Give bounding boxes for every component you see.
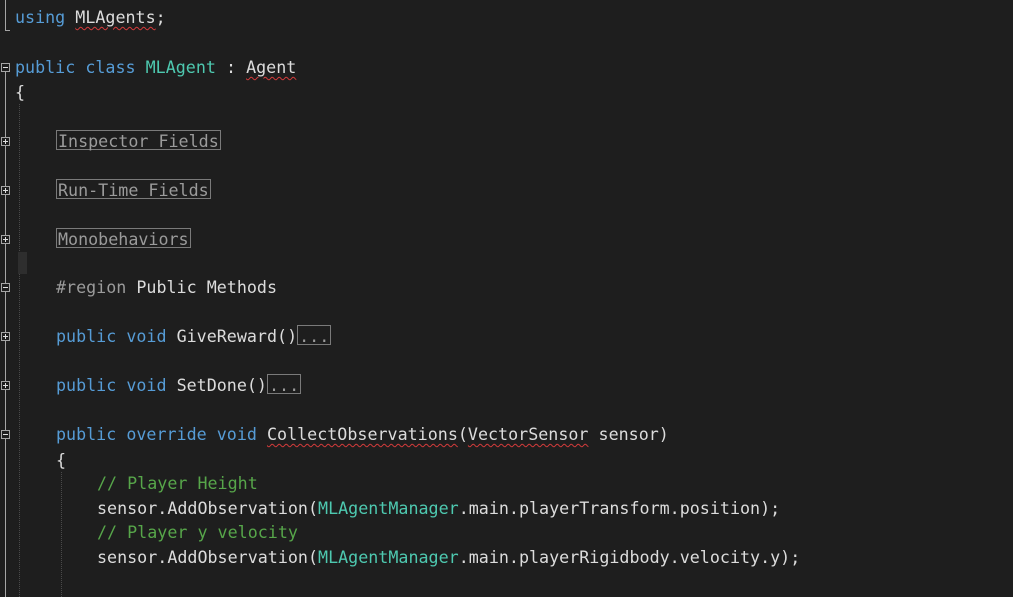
code-line-region-monobehaviors[interactable]: Monobehaviors — [56, 227, 191, 251]
keyword-public: public — [56, 326, 117, 346]
inherit-colon: : — [225, 57, 237, 77]
keyword-void: void — [126, 375, 167, 395]
method-open-brace: { — [56, 450, 67, 470]
namespace-mlagents: MLAgents — [75, 7, 156, 27]
keyword-using: using — [15, 7, 66, 27]
comment-player-y-velocity: // Player y velocity — [97, 522, 298, 542]
code-line-comment-height[interactable]: // Player Height — [97, 471, 258, 495]
keyword-void: void — [126, 326, 167, 346]
collapsed-region-runtime-fields[interactable]: Run-Time Fields — [56, 179, 211, 200]
method-collect-observations: CollectObservations — [266, 424, 458, 444]
code-line-using[interactable]: using MLAgents; — [15, 5, 166, 29]
code-line-give-reward[interactable]: public void GiveReward()... — [56, 324, 332, 348]
method-set-done: SetDone() — [176, 375, 267, 395]
collapsed-region-inspector-fields[interactable]: Inspector Fields — [56, 130, 221, 151]
member-access-position: .main.playerTransform.position); — [458, 498, 781, 518]
code-line-comment-velocity[interactable]: // Player y velocity — [97, 520, 298, 544]
code-line-class-decl[interactable]: public class MLAgent : Agent — [15, 55, 296, 79]
expand-give-reward-button[interactable] — [1, 332, 10, 341]
outline-end-tick — [5, 30, 10, 31]
collapsed-body-give-reward[interactable]: ... — [297, 325, 332, 346]
collapse-class-button[interactable] — [1, 63, 10, 72]
region-name: Public Methods — [136, 277, 278, 297]
current-line-marker — [18, 252, 27, 274]
code-line-add-observation-velocity[interactable]: sensor.AddObservation(MLAgentManager.mai… — [97, 545, 800, 569]
outline-bar-collect — [5, 440, 6, 597]
code-line-set-done[interactable]: public void SetDone()... — [56, 373, 302, 397]
method-give-reward: GiveReward() — [176, 326, 298, 346]
semicolon: ; — [155, 7, 166, 27]
keyword-void: void — [216, 424, 257, 444]
param-name-sensor: sensor) — [588, 424, 669, 444]
keyword-public: public — [56, 424, 117, 444]
open-brace: { — [15, 82, 26, 102]
region-directive: #region — [56, 277, 127, 297]
indent-guide-method — [61, 472, 62, 597]
base-class: Agent — [246, 57, 297, 77]
code-line-region-inspector[interactable]: Inspector Fields — [56, 129, 221, 153]
expand-set-done-button[interactable] — [1, 381, 10, 390]
code-line-method-open-brace[interactable]: { — [56, 448, 66, 472]
type-mlagent-manager: MLAgentManager — [318, 547, 459, 567]
expand-inspector-fields-button[interactable] — [1, 137, 10, 146]
outline-bar-usings — [5, 0, 6, 30]
code-line-add-observation-position[interactable]: sensor.AddObservation(MLAgentManager.mai… — [97, 496, 780, 520]
code-editor[interactable]: using MLAgents; public class MLAgent : A… — [0, 0, 1013, 597]
code-line-open-brace[interactable]: { — [15, 80, 25, 104]
comment-player-height: // Player Height — [97, 473, 258, 493]
code-line-collect-observations[interactable]: public override void CollectObservations… — [56, 422, 669, 446]
code-line-region-runtime[interactable]: Run-Time Fields — [56, 178, 211, 202]
member-access-velocity: .main.playerRigidbody.velocity.y); — [458, 547, 801, 567]
call-add-observation: sensor.AddObservation( — [97, 547, 319, 567]
keyword-override: override — [126, 424, 207, 444]
type-mlagent-manager: MLAgentManager — [318, 498, 459, 518]
keyword-public: public — [15, 57, 76, 77]
collapsed-region-monobehaviors[interactable]: Monobehaviors — [56, 228, 191, 249]
keyword-public: public — [56, 375, 117, 395]
expand-runtime-fields-button[interactable] — [1, 186, 10, 195]
class-name: MLAgent — [145, 57, 216, 77]
collapse-public-methods-button[interactable] — [1, 283, 10, 292]
collapse-collect-observations-button[interactable] — [1, 430, 10, 439]
collapsed-body-set-done[interactable]: ... — [266, 374, 302, 395]
code-line-region-public-methods[interactable]: #region Public Methods — [56, 275, 277, 299]
call-add-observation: sensor.AddObservation( — [97, 498, 319, 518]
indent-guide-class — [19, 104, 20, 597]
open-paren: ( — [457, 424, 468, 444]
expand-monobehaviors-button[interactable] — [1, 235, 10, 244]
keyword-class: class — [85, 57, 136, 77]
param-type-vector-sensor: VectorSensor — [467, 424, 589, 444]
